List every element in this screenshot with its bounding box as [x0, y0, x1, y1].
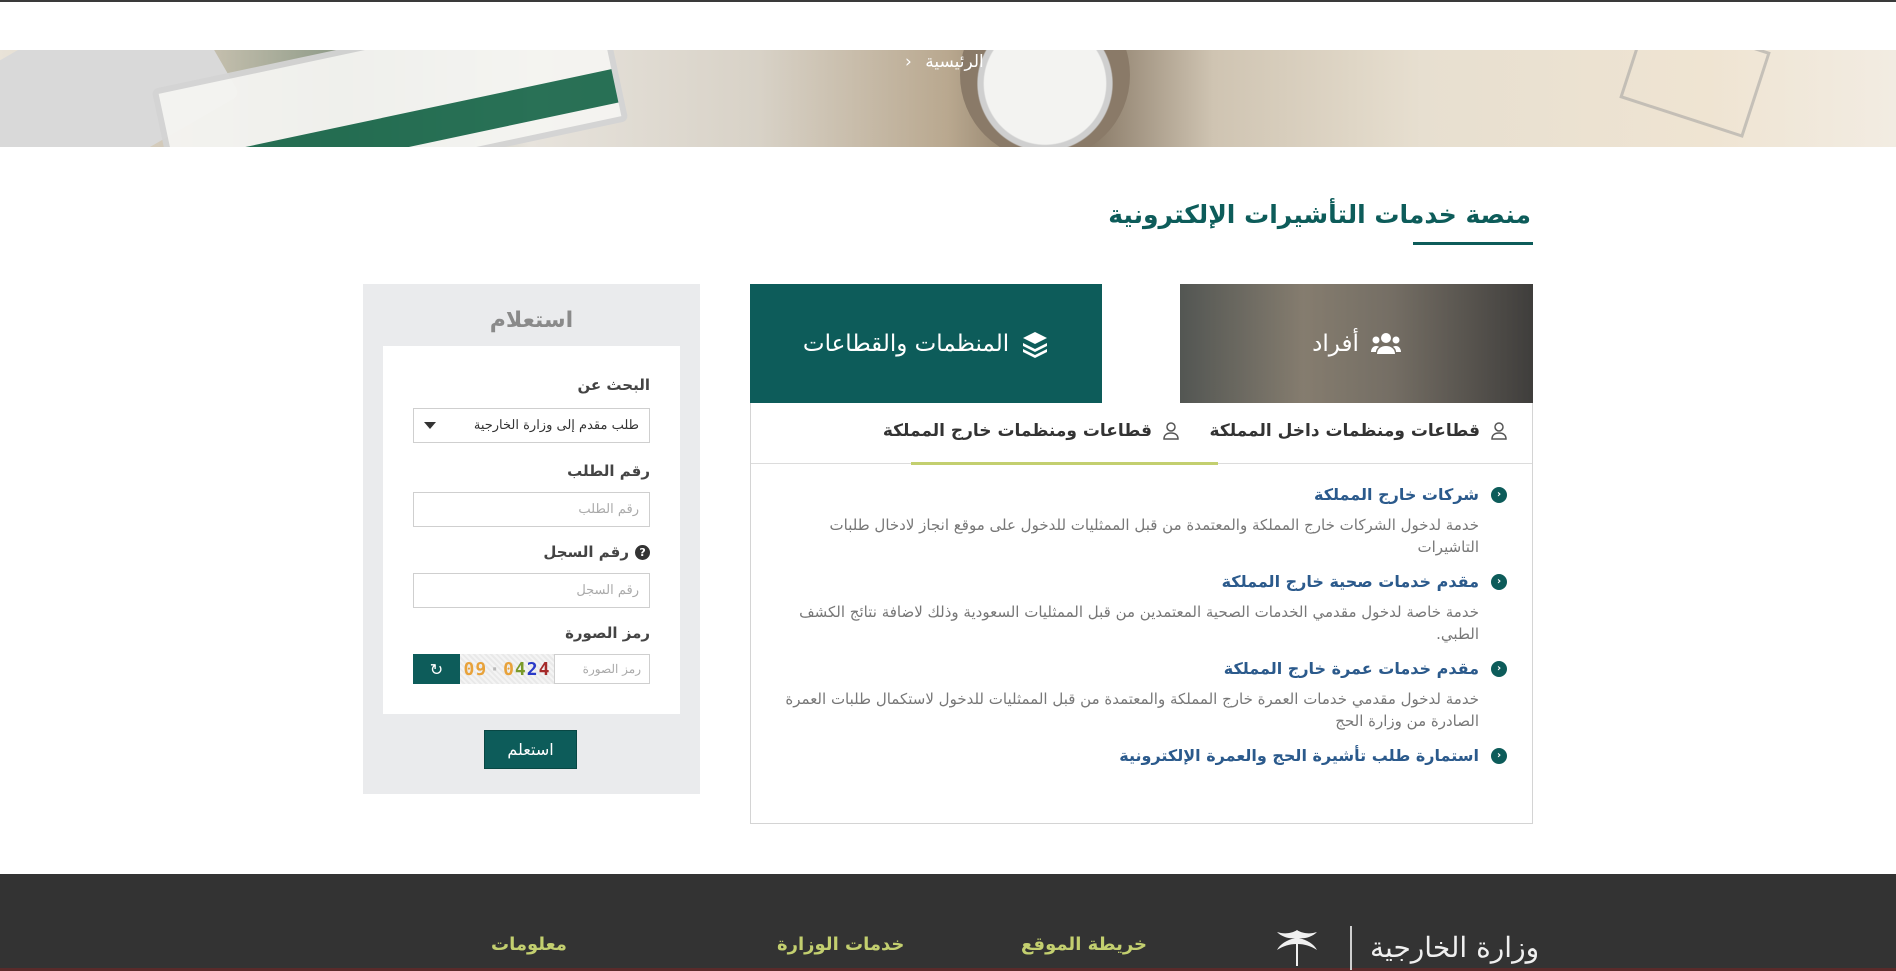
- service-description: خدمة لدخول الشركات خارج المملكة والمعتمد…: [829, 516, 1479, 556]
- sector-tabs-panel: قطاعات ومنظمات داخل المملكة قطاعات ومنظم…: [750, 403, 1533, 824]
- tab-inside-kingdom-label: قطاعات ومنظمات داخل المملكة: [1209, 421, 1480, 441]
- search-type-value: طلب مقدم إلى وزارة الخارجية: [473, 418, 639, 433]
- top-bar: [0, 0, 1896, 50]
- page-title: منصة خدمات التأشيرات الإلكترونية: [1108, 200, 1531, 229]
- palm-emblem-icon: [1277, 929, 1317, 966]
- service-description: خدمة خاصة لدخول مقدمي الخدمات الصحية الم…: [799, 603, 1479, 643]
- hero-stamp-image: [1619, 50, 1771, 138]
- search-type-select[interactable]: طلب مقدم إلى وزارة الخارجية: [413, 408, 650, 443]
- category-organizations[interactable]: المنظمات والقطاعات: [750, 284, 1102, 403]
- chevron-circle-icon: ‹: [1491, 747, 1507, 764]
- chevron-circle-icon: ‹: [1491, 573, 1507, 590]
- user-icon: [1163, 422, 1179, 440]
- service-title: مقدم خدمات عمرة خارج المملكة: [1223, 659, 1479, 678]
- category-individuals[interactable]: أفراد: [1180, 284, 1533, 403]
- caret-down-icon: [424, 422, 436, 429]
- service-link[interactable]: ‹ مقدم خدمات عمرة خارج المملكة: [777, 659, 1507, 678]
- service-item: ‹ شركات خارج المملكة خدمة لدخول الشركات …: [777, 485, 1507, 558]
- hero-banner: الرئيسية ‹: [0, 50, 1896, 147]
- captcha-input[interactable]: رمز الصورة: [554, 654, 650, 684]
- ministry-wordmark: وزارة الخارجية: [1370, 931, 1540, 964]
- breadcrumb-home[interactable]: الرئيسية: [925, 52, 984, 72]
- tab-outside-kingdom[interactable]: قطاعات ومنظمات خارج المملكة: [883, 421, 1180, 441]
- inquiry-title: استعلام: [489, 308, 574, 333]
- title-underline: [1413, 242, 1533, 245]
- chevron-left-icon: ‹: [905, 52, 912, 72]
- hero-cup-image: [960, 50, 1130, 147]
- footer-link-sitemap[interactable]: خريطة الموقع: [1021, 934, 1147, 955]
- service-description: خدمة لدخول مقدمي خدمات العمرة خارج الممل…: [785, 690, 1479, 730]
- record-number-label: ? رقم السجل: [543, 543, 650, 561]
- user-icon: [1491, 422, 1507, 440]
- service-item: ‹ مقدم خدمات صحية خارج المملكة خدمة خاصة…: [777, 572, 1507, 645]
- footer-link-info[interactable]: معلومات: [491, 934, 567, 955]
- category-organizations-label: المنظمات والقطاعات: [802, 330, 1010, 357]
- record-number-input[interactable]: رقم السجل: [413, 573, 650, 608]
- service-title: استمارة طلب تأشيرة الحج والعمرة الإلكترو…: [1119, 746, 1479, 765]
- breadcrumb: الرئيسية ‹: [905, 52, 984, 72]
- tab-bar: قطاعات ومنظمات داخل المملكة قطاعات ومنظم…: [751, 403, 1532, 465]
- service-title: مقدم خدمات صحية خارج المملكة: [1221, 572, 1479, 591]
- chevron-circle-icon: ‹: [1491, 660, 1507, 677]
- ministry-logo: وزارة الخارجية: [1262, 924, 1539, 971]
- inquiry-form: البحث عن طلب مقدم إلى وزارة الخارجية رقم…: [383, 346, 680, 714]
- users-icon: [1370, 332, 1401, 354]
- active-tab-indicator: [911, 462, 1218, 465]
- service-link[interactable]: ‹ استمارة طلب تأشيرة الحج والعمرة الإلكت…: [777, 746, 1507, 765]
- logo-divider: [1350, 925, 1352, 970]
- captcha-row: رمز الصورة 0 9 · 0 4 2 4 ↻: [413, 654, 650, 684]
- captcha-image: 0 9 · 0 4 2 4: [460, 654, 554, 684]
- service-item: ‹ استمارة طلب تأشيرة الحج والعمرة الإلكت…: [777, 746, 1507, 765]
- refresh-icon[interactable]: ↻: [413, 654, 460, 684]
- search-for-label: البحث عن: [577, 376, 650, 394]
- tab-inside-kingdom[interactable]: قطاعات ومنظمات داخل المملكة: [1210, 421, 1508, 441]
- request-number-label: رقم الطلب: [567, 462, 650, 480]
- tab-outside-kingdom-label: قطاعات ومنظمات خارج المملكة: [882, 421, 1152, 441]
- inquiry-box: استعلام البحث عن طلب مقدم إلى وزارة الخا…: [363, 284, 700, 794]
- inquiry-submit-button[interactable]: استعلم: [484, 730, 577, 769]
- category-individuals-label: أفراد: [1312, 330, 1359, 357]
- captcha-label: رمز الصورة: [565, 624, 650, 642]
- question-circle-icon[interactable]: ?: [635, 544, 650, 560]
- footer-link-services[interactable]: خدمات الوزارة: [777, 934, 904, 955]
- chevron-circle-icon: ‹: [1491, 486, 1507, 503]
- footer: معلومات خدمات الوزارة خريطة الموقع وزارة…: [0, 874, 1896, 971]
- layers-icon: [1023, 331, 1048, 358]
- service-link[interactable]: ‹ شركات خارج المملكة: [777, 485, 1507, 504]
- service-title: شركات خارج المملكة: [1314, 485, 1479, 504]
- service-list: ‹ شركات خارج المملكة خدمة لدخول الشركات …: [777, 485, 1507, 779]
- request-number-input[interactable]: رقم الطلب: [413, 492, 650, 527]
- service-item: ‹ مقدم خدمات عمرة خارج المملكة خدمة لدخو…: [777, 659, 1507, 732]
- service-link[interactable]: ‹ مقدم خدمات صحية خارج المملكة: [777, 572, 1507, 591]
